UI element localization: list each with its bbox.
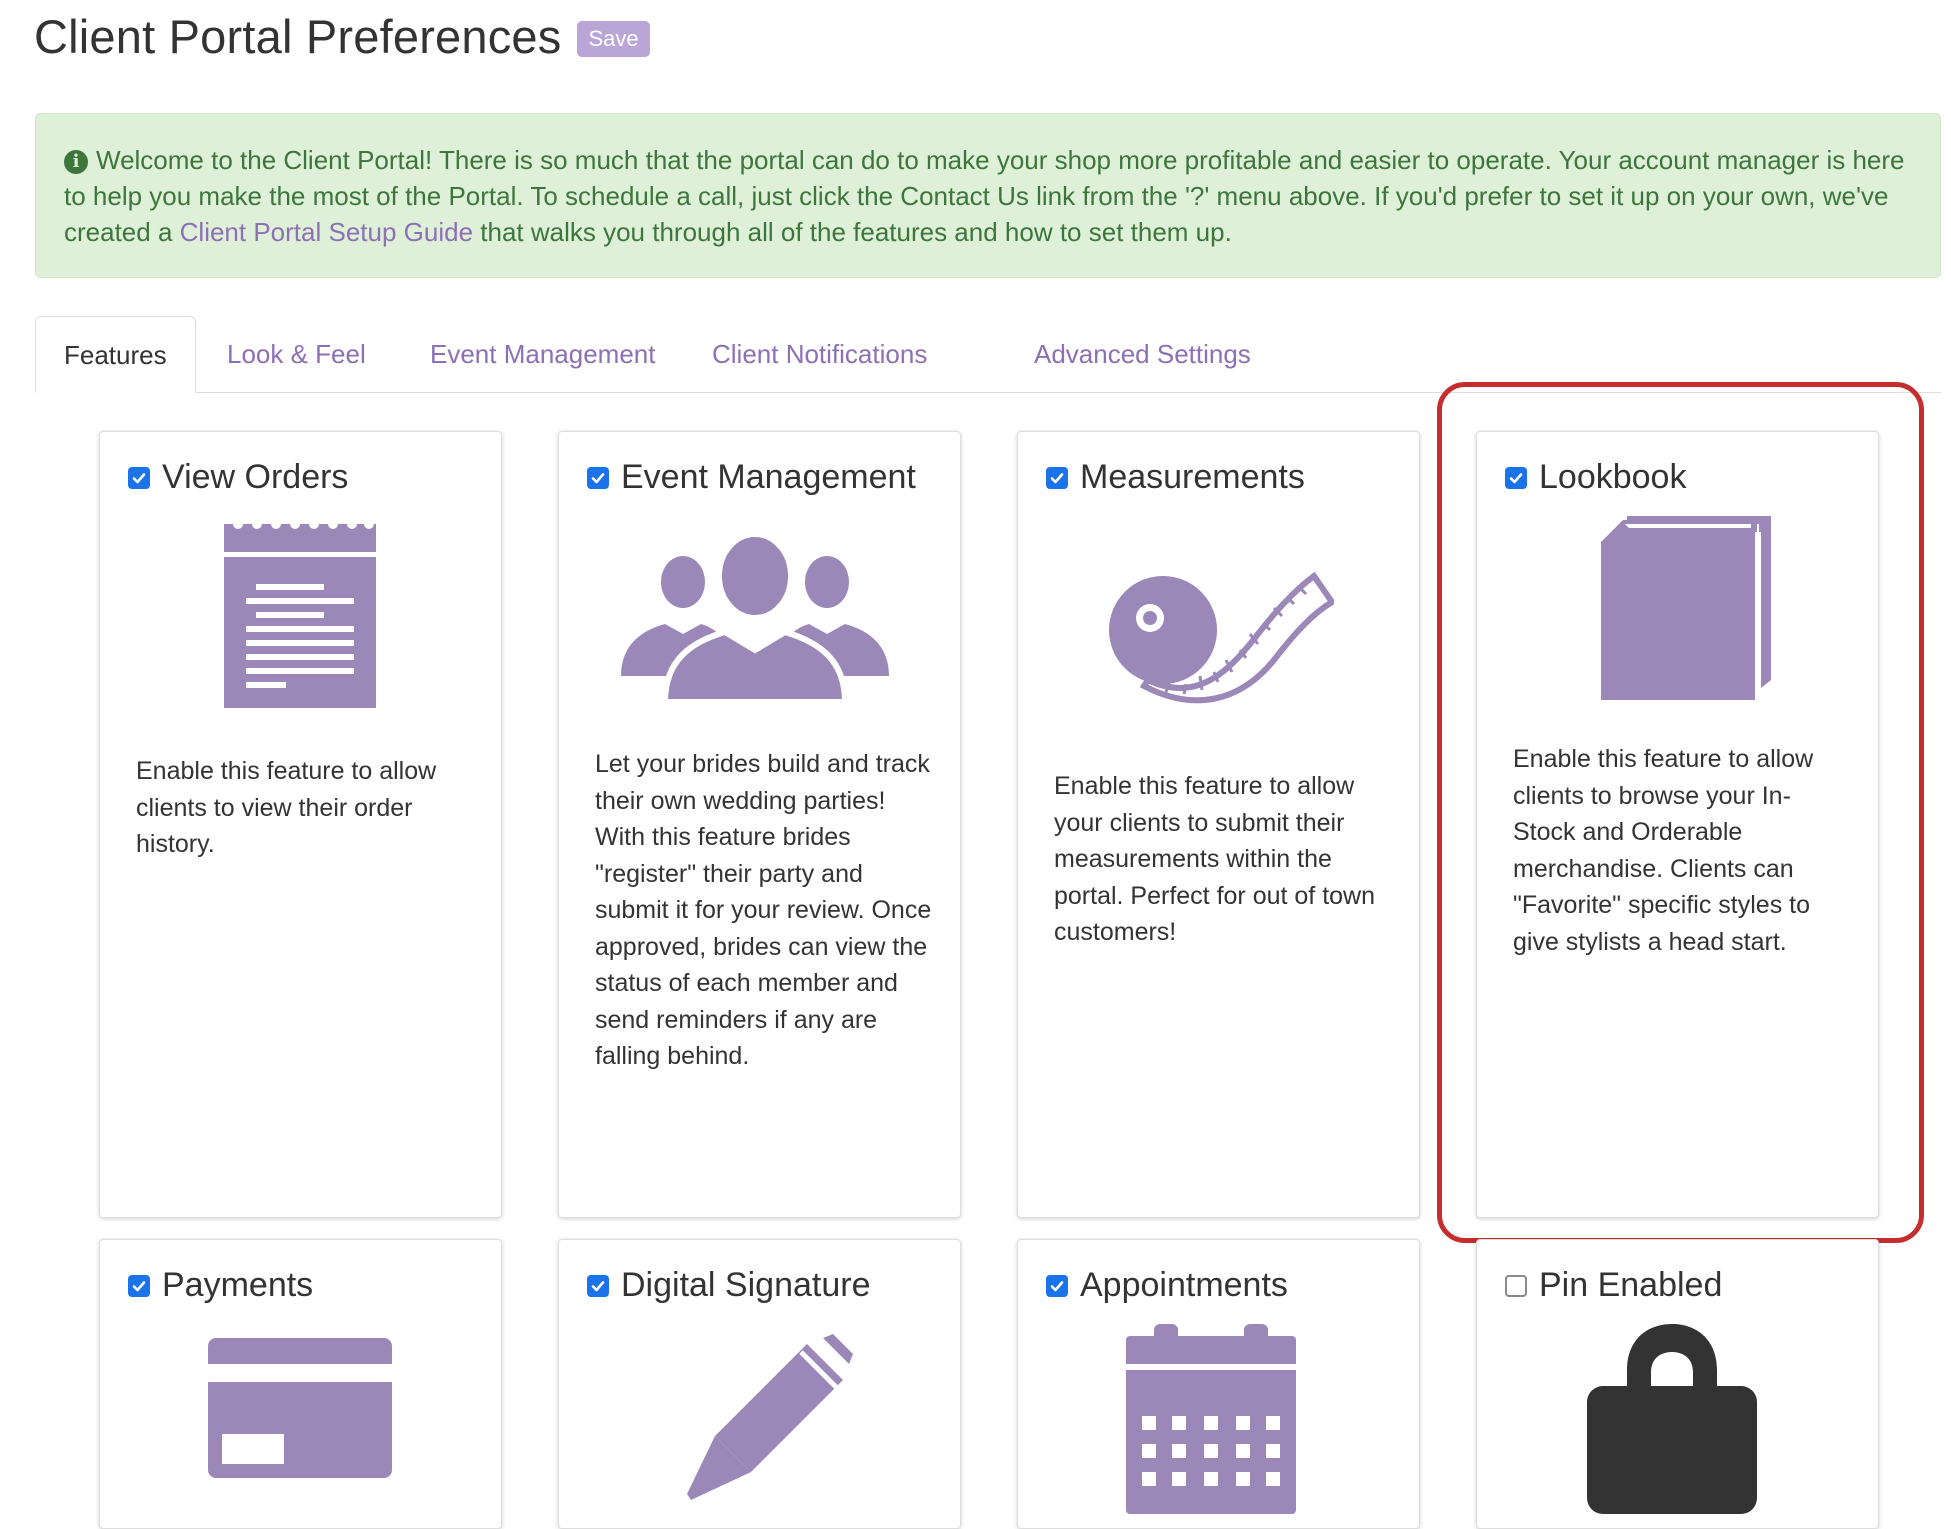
page-header: Client Portal Preferences Save <box>34 6 650 66</box>
tab-features[interactable]: Features <box>35 316 196 393</box>
alert-text-after: that walks you through all of the featur… <box>473 217 1232 247</box>
card-title: Measurements <box>1080 458 1305 496</box>
measurements-checkbox[interactable] <box>1046 466 1068 489</box>
card-title: Payments <box>162 1266 314 1304</box>
lock-icon <box>1587 1324 1757 1514</box>
welcome-alert: i Welcome to the Client Portal! There is … <box>35 113 1941 278</box>
tab-look-and-feel[interactable]: Look & Feel <box>199 316 394 392</box>
feature-card-pin-enabled: Pin Enabled <box>1476 1239 1879 1529</box>
view-orders-checkbox[interactable] <box>128 466 150 489</box>
feature-card-digital-signature: Digital Signature <box>558 1239 961 1529</box>
save-button[interactable]: Save <box>577 21 650 57</box>
feature-card-view-orders: View Orders Enable this feature to allow… <box>99 431 502 1218</box>
feature-card-event-management: Event Management Let your brides build a… <box>558 431 961 1218</box>
setup-guide-link[interactable]: Client Portal Setup Guide <box>180 217 473 247</box>
feature-card-measurements: Measurements Enable this feature to allo… <box>1017 431 1420 1218</box>
event-management-checkbox[interactable] <box>587 466 609 489</box>
card-description: Enable this feature to allow clients to … <box>136 757 437 858</box>
pin-enabled-checkbox[interactable] <box>1505 1274 1527 1297</box>
feature-card-payments: Payments <box>99 1239 502 1529</box>
card-title: Pin Enabled <box>1539 1266 1723 1304</box>
group-people-icon <box>621 534 889 702</box>
card-title: Appointments <box>1080 1266 1288 1304</box>
credit-card-icon <box>208 1338 392 1478</box>
order-notepad-icon <box>224 519 376 708</box>
card-title: Event Management <box>621 458 916 496</box>
card-description: Let your brides build and track their ow… <box>595 750 932 1070</box>
payments-checkbox[interactable] <box>128 1274 150 1297</box>
pen-icon <box>687 1334 853 1500</box>
measuring-tape-icon <box>1109 571 1334 704</box>
card-title: View Orders <box>162 458 349 496</box>
tab-event-management[interactable]: Event Management <box>402 316 683 392</box>
digital-signature-checkbox[interactable] <box>587 1274 609 1297</box>
appointments-checkbox[interactable] <box>1046 1274 1068 1297</box>
tab-advanced-settings[interactable]: Advanced Settings <box>1006 316 1279 392</box>
highlight-box <box>1437 382 1924 1243</box>
card-title: Digital Signature <box>621 1266 871 1304</box>
page-title: Client Portal Preferences <box>34 9 562 63</box>
feature-card-appointments: Appointments <box>1017 1239 1420 1529</box>
info-icon: i <box>64 150 88 174</box>
tab-client-notifications[interactable]: Client Notifications <box>684 316 955 392</box>
calendar-icon <box>1126 1324 1296 1514</box>
card-description: Enable this feature to allow your client… <box>1054 772 1375 946</box>
